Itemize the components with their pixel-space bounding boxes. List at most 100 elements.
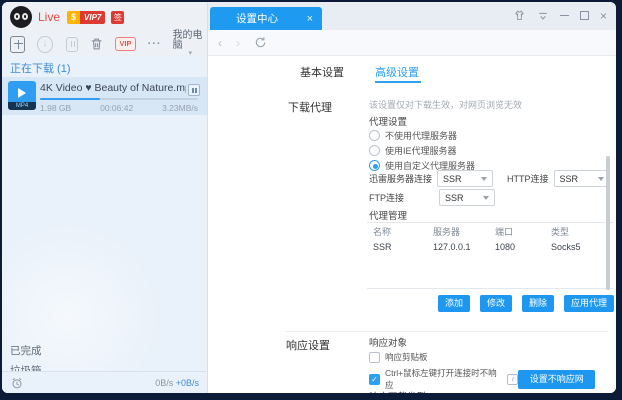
my-computer-dropdown[interactable]: 我的电脑 ▾ — [173, 31, 208, 57]
vip-accelerate-icon[interactable]: VIP — [115, 37, 135, 51]
download-filename: 4K Video ♥ Beauty of Nature.mp4 — [40, 82, 186, 94]
modify-proxy-button[interactable]: 修改 — [480, 295, 512, 312]
response-download-type-label: 响应下载类型 — [369, 389, 426, 393]
response-group-label: 响应对象 — [369, 335, 407, 349]
pause-download-icon[interactable] — [66, 37, 79, 52]
select-value: SSR — [443, 174, 462, 184]
ftp-connection-label: FTP连接 — [369, 191, 434, 204]
settings-content: 基本设置 高级设置 下载代理 该设置仅对下载生效，对网页浏览无效 代理设置 不使… — [208, 56, 616, 393]
close-window-icon[interactable]: × — [600, 11, 607, 21]
window-controls: × — [513, 9, 607, 22]
skin-theme-icon[interactable] — [513, 9, 526, 22]
col-server: 服务器 — [433, 225, 495, 238]
checkbox-label: 响应剪贴板 — [385, 351, 428, 363]
desktop: { "colors": { "accent_blue": "#1e9bf0", … — [0, 0, 622, 400]
sidebar-item-completed[interactable]: 已完成 — [10, 343, 42, 358]
download-item[interactable]: MP4 4K Video ♥ Beauty of Nature.mp4 1.98… — [2, 77, 207, 115]
radio-icon — [369, 145, 380, 156]
info-icon[interactable]: i — [507, 374, 518, 385]
tab-basic-settings[interactable]: 基本设置 — [300, 64, 344, 80]
section-divider — [286, 331, 608, 332]
checkbox-ctrl-click[interactable]: ✓ Ctrl+鼠标左键打开连接时不响应 i 设置不响应网站 — [369, 367, 595, 391]
alarm-clock-icon[interactable] — [10, 376, 24, 390]
up-speed: +0B/s — [176, 378, 199, 388]
forward-icon[interactable]: › — [236, 36, 240, 50]
checkbox-checked-icon: ✓ — [369, 374, 380, 385]
proxy-table-row[interactable]: SSR 127.0.0.1 1080 Socks5 — [367, 239, 613, 255]
response-section-title: 响应设置 — [286, 337, 330, 353]
down-speed: 0B/s — [155, 378, 173, 388]
ftp-connection-select[interactable]: SSR — [439, 189, 495, 206]
user-bar: Live $ VIP7 签 — [2, 2, 208, 32]
select-value: SSR — [560, 174, 579, 184]
vip-level-label: VIP7 — [80, 11, 105, 24]
play-icon — [18, 88, 26, 98]
caret-down-icon — [598, 177, 604, 181]
my-computer-label: 我的电脑 — [173, 31, 208, 51]
thunder-connection-label: 迅雷服务器连接 — [369, 172, 432, 185]
proxy-connection-row-2: FTP连接 SSR — [369, 189, 495, 206]
file-type-badge: MP4 — [8, 102, 36, 110]
caret-down-icon — [481, 177, 487, 181]
radio-icon — [369, 130, 380, 141]
settings-scrollbar[interactable] — [606, 156, 610, 290]
video-thumbnail: MP4 — [8, 81, 36, 110]
radio-ie-proxy[interactable]: 使用IE代理服务器 — [369, 144, 457, 157]
proxy-note: 该设置仅对下载生效，对网页浏览无效 — [369, 98, 522, 111]
download-stats: 1.98 GB 00:06:42 3.23MB/s — [40, 103, 198, 113]
col-name: 名称 — [367, 225, 433, 238]
checkbox-clipboard[interactable]: 响应剪贴板 — [369, 351, 428, 363]
download-toolbar: ↓ VIP ··· 我的电脑 ▾ — [2, 32, 208, 56]
vip-badge[interactable]: $ VIP7 — [67, 11, 105, 24]
delete-proxy-button[interactable]: 删除 — [522, 295, 554, 312]
app-window: Live $ VIP7 签 ↓ VIP ··· 我的电脑 ▾ 正在下载 (1) — [2, 2, 616, 393]
proxy-table: 名称 服务器 端口 类型 SSR 127.0.0.1 1080 Socks5 — [367, 222, 613, 289]
dollar-icon: $ — [67, 11, 80, 24]
radio-label: 不使用代理服务器 — [385, 129, 457, 142]
sign-in-badge[interactable]: 签 — [111, 11, 124, 24]
item-pause-button[interactable] — [188, 84, 200, 96]
cell-port: 1080 — [495, 242, 551, 252]
back-icon[interactable]: ‹ — [218, 36, 222, 50]
minimize-icon[interactable] — [560, 15, 569, 16]
settings-center-tab[interactable]: 设置中心 × — [210, 7, 322, 30]
elapsed-time: 00:06:42 — [100, 103, 133, 113]
user-avatar[interactable] — [10, 6, 32, 28]
downloading-section-header[interactable]: 正在下载 (1) — [10, 60, 71, 76]
add-proxy-button[interactable]: 添加 — [438, 295, 470, 312]
maximize-icon[interactable] — [580, 11, 589, 20]
refresh-icon[interactable] — [254, 36, 267, 49]
cell-name: SSR — [367, 242, 433, 252]
radio-label: 使用IE代理服务器 — [385, 144, 457, 157]
active-tab-underline — [375, 81, 421, 83]
thunder-connection-select[interactable]: SSR — [437, 170, 493, 187]
select-value: SSR — [445, 193, 464, 203]
more-actions-icon[interactable]: ··· — [148, 38, 162, 50]
proxy-connection-row-1: 迅雷服务器连接 SSR HTTP连接 SSR — [369, 170, 610, 187]
col-type: 类型 — [551, 225, 607, 238]
proxy-manage-label: 代理管理 — [369, 208, 407, 222]
progress-bar — [40, 98, 198, 100]
speed-indicator: 0B/s +0B/s — [155, 378, 199, 388]
radio-no-proxy[interactable]: 不使用代理服务器 — [369, 129, 457, 142]
http-connection-select[interactable]: SSR — [554, 170, 610, 187]
download-speed: 3.23MB/s — [162, 103, 198, 113]
set-no-response-sites-button[interactable]: 设置不响应网站 — [518, 370, 595, 389]
apply-proxy-button[interactable]: 应用代理 — [564, 295, 614, 312]
checkbox-label: Ctrl+鼠标左键打开连接时不响应 — [385, 367, 504, 391]
proxy-table-header: 名称 服务器 端口 类型 — [367, 223, 613, 239]
start-download-icon[interactable]: ↓ — [37, 36, 52, 53]
caret-down-icon — [483, 196, 489, 200]
close-tab-icon[interactable]: × — [307, 13, 313, 25]
tab-advanced-settings[interactable]: 高级设置 — [375, 64, 419, 80]
file-size: 1.98 GB — [40, 103, 71, 113]
http-connection-label: HTTP连接 — [507, 172, 549, 185]
new-task-icon[interactable] — [10, 36, 25, 53]
checkbox-icon — [369, 352, 380, 363]
main-menu-icon[interactable] — [537, 10, 549, 22]
proxy-group-label: 代理设置 — [369, 114, 407, 128]
cell-type: Socks5 — [551, 242, 607, 252]
username[interactable]: Live — [38, 10, 60, 24]
delete-trash-icon[interactable] — [90, 36, 103, 52]
status-bar: 0B/s +0B/s — [2, 371, 206, 393]
